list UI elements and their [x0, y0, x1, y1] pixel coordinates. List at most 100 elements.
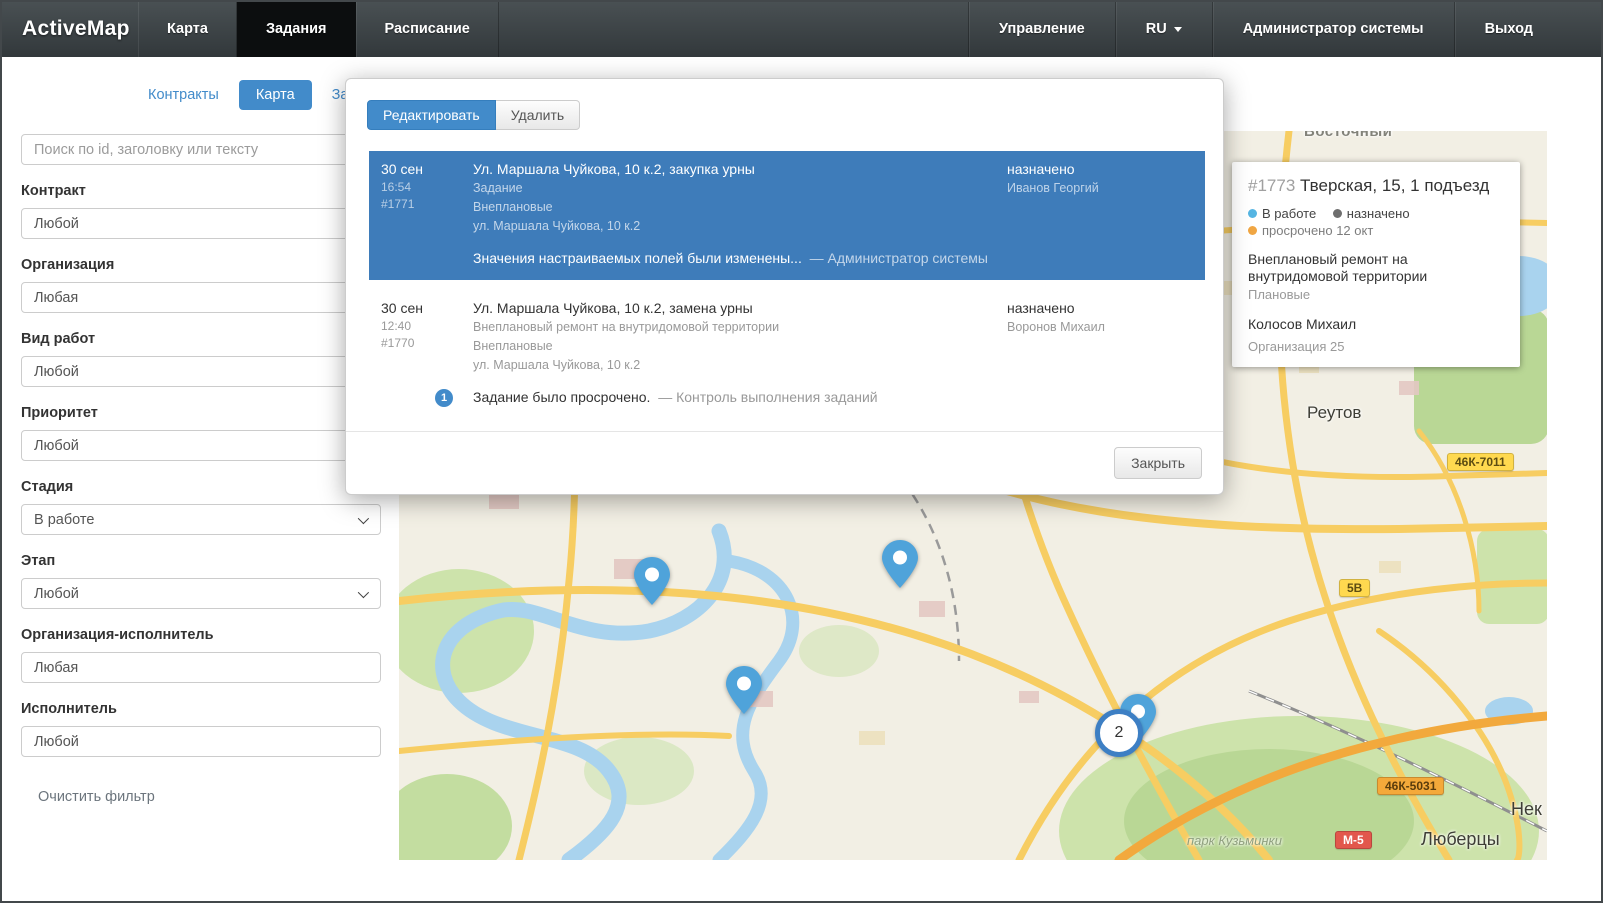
task-date-column: 30 сен 16:54 #1771 — [381, 161, 473, 234]
task-title: Ул. Маршала Чуйкова, 10 к.2, закупка урн… — [473, 161, 1003, 177]
menu-management[interactable]: Управление — [968, 0, 1115, 57]
status-label: назначено — [1347, 205, 1410, 222]
message-author: — Контроль выполнения заданий — [658, 389, 877, 405]
modal-actions: Редактировать Удалить — [367, 100, 580, 130]
topbar-right: Управление RU Администратор системы Выхо… — [968, 0, 1563, 57]
popup-task-address: Тверская, 15, 1 подъезд — [1300, 176, 1489, 195]
logout-button[interactable]: Выход — [1454, 0, 1563, 57]
map-label-reutov: Реутов — [1307, 403, 1361, 423]
task-time: 16:54 — [381, 180, 473, 194]
task-marker-pin[interactable] — [726, 666, 762, 714]
task-main-column: Ул. Маршала Чуйкова, 10 к.2, закупка урн… — [473, 161, 1003, 234]
status-dot — [1248, 209, 1257, 218]
task-assignee: Иванов Георгий — [1007, 181, 1193, 195]
filter-value: Любая — [34, 290, 78, 306]
map-label-lyubertsy: Люберцы — [1421, 829, 1500, 850]
task-category: Внеплановые — [473, 339, 1003, 354]
filter-value: Любой — [34, 586, 79, 602]
road-badge-m5: М-5 — [1335, 831, 1372, 849]
filter-label: Вид работ — [21, 331, 399, 347]
filter-label: Организация-исполнитель — [21, 627, 399, 643]
filter-label: Контракт — [21, 183, 399, 199]
filter-contract: Контракт Любой — [21, 183, 399, 239]
status-dot — [1333, 209, 1342, 218]
task-date: 30 сен — [381, 300, 473, 316]
filter-work-type: Вид работ Любой — [21, 331, 399, 387]
filter-executor-field[interactable]: Любой — [21, 726, 381, 757]
filter-executor-org-field[interactable]: Любая — [21, 652, 381, 683]
subnav-tab-contracts[interactable]: Контракты — [148, 87, 219, 103]
task-list: 30 сен 16:54 #1771 Ул. Маршала Чуйкова, … — [369, 151, 1205, 421]
task-status: назначено — [1007, 300, 1193, 316]
task-main-column: Ул. Маршала Чуйкова, 10 к.2, замена урны… — [473, 300, 1003, 373]
nav-tab-map[interactable]: Карта — [138, 0, 237, 57]
status-in-progress: В работе — [1248, 205, 1316, 222]
message-author: — Администратор системы — [810, 250, 988, 266]
status-dot — [1248, 226, 1257, 235]
message-text: Значения настраиваемых полей были измене… — [473, 250, 802, 266]
language-selector[interactable]: RU — [1115, 0, 1212, 57]
task-details-modal: Редактировать Удалить 30 сен 16:54 #1771… — [345, 78, 1224, 495]
filter-phase-select[interactable]: Любой — [21, 578, 381, 609]
filter-organization-field[interactable]: Любая — [21, 282, 381, 313]
nav-tab-tasks[interactable]: Задания — [237, 0, 356, 57]
status-assigned: назначено — [1333, 205, 1410, 222]
chevron-down-icon — [358, 586, 369, 597]
task-date: 30 сен — [381, 161, 473, 177]
road-badge-46k5031: 46К-5031 — [1377, 777, 1444, 795]
filter-priority-field[interactable]: Любой — [21, 430, 381, 461]
marker-cluster[interactable]: 2 — [1095, 709, 1143, 757]
nav-tab-schedule[interactable]: Расписание — [356, 0, 499, 57]
filter-executor-org: Организация-исполнитель Любая — [21, 627, 399, 683]
popup-work-type: Внеплановый ремонт на внутридомовой терр… — [1248, 251, 1504, 285]
filter-value: Любой — [34, 438, 79, 454]
close-button[interactable]: Закрыть — [1114, 447, 1202, 479]
modal-footer: Закрыть — [346, 431, 1223, 494]
popup-category: Плановые — [1248, 287, 1504, 302]
task-work-type: Внеплановый ремонт на внутридомовой терр… — [473, 320, 1003, 335]
filter-priority: Приоритет Любой — [21, 405, 399, 461]
popup-organization: Организация 25 — [1248, 339, 1504, 354]
filter-value: Любой — [34, 364, 79, 380]
language-label: RU — [1146, 21, 1167, 37]
road-badge-5v: 5В — [1339, 579, 1370, 597]
status-label: В работе — [1262, 205, 1316, 222]
filters-sidebar: Контракт Любой Организация Любая Вид раб… — [2, 57, 399, 901]
edit-button[interactable]: Редактировать — [367, 100, 496, 130]
cluster-count: 2 — [1115, 724, 1124, 742]
filter-value: В работе — [34, 512, 94, 528]
delete-button[interactable]: Удалить — [496, 100, 580, 130]
filter-executor: Исполнитель Любой — [21, 701, 399, 757]
task-row[interactable]: 30 сен 12:40 #1770 Ул. Маршала Чуйкова, … — [369, 290, 1205, 421]
road-badge-46k7011: 46К-7011 — [1447, 453, 1514, 471]
task-row[interactable]: 30 сен 16:54 #1771 Ул. Маршала Чуйкова, … — [369, 151, 1205, 280]
task-marker-pin[interactable] — [634, 557, 670, 605]
app-logo[interactable]: ActiveMap — [0, 0, 138, 57]
filter-label: Этап — [21, 553, 399, 569]
message-badge-wrap: 1 — [381, 389, 473, 407]
clear-filter-link[interactable]: Очистить фильтр — [38, 789, 155, 805]
user-menu[interactable]: Администратор системы — [1212, 0, 1454, 57]
map-label-district: Восточный — [1304, 131, 1392, 140]
task-assignee: Воронов Михаил — [1007, 320, 1193, 334]
task-category: Внеплановые — [473, 200, 1003, 215]
filter-value: Любая — [34, 660, 78, 676]
task-popup-card: #1773 Тверская, 15, 1 подъезд В работе н… — [1232, 162, 1520, 367]
message-text: Задание было просрочено. — [473, 389, 650, 405]
filter-stage-select[interactable]: В работе — [21, 504, 381, 535]
task-status-column: назначено Воронов Михаил — [1003, 300, 1193, 373]
subnav-tab-map[interactable]: Карта — [239, 80, 312, 110]
search-input[interactable] — [21, 134, 381, 165]
task-time: 12:40 — [381, 319, 473, 333]
filter-label: Исполнитель — [21, 701, 399, 717]
popup-title: #1773 Тверская, 15, 1 подъезд — [1248, 175, 1504, 196]
task-marker-pin[interactable] — [882, 540, 918, 588]
filter-stage: Стадия В работе — [21, 479, 399, 535]
popup-assignee: Колосов Михаил — [1248, 316, 1504, 332]
map-label-park: парк Кузьминки — [1187, 833, 1282, 848]
filter-phase: Этап Любой — [21, 553, 399, 609]
popup-statuses: В работе назначено просрочено 12 окт — [1248, 205, 1504, 239]
filter-contract-field[interactable]: Любой — [21, 208, 381, 239]
task-address: ул. Маршала Чуйкова, 10 к.2 — [473, 219, 1003, 234]
filter-work-type-field[interactable]: Любой — [21, 356, 381, 387]
